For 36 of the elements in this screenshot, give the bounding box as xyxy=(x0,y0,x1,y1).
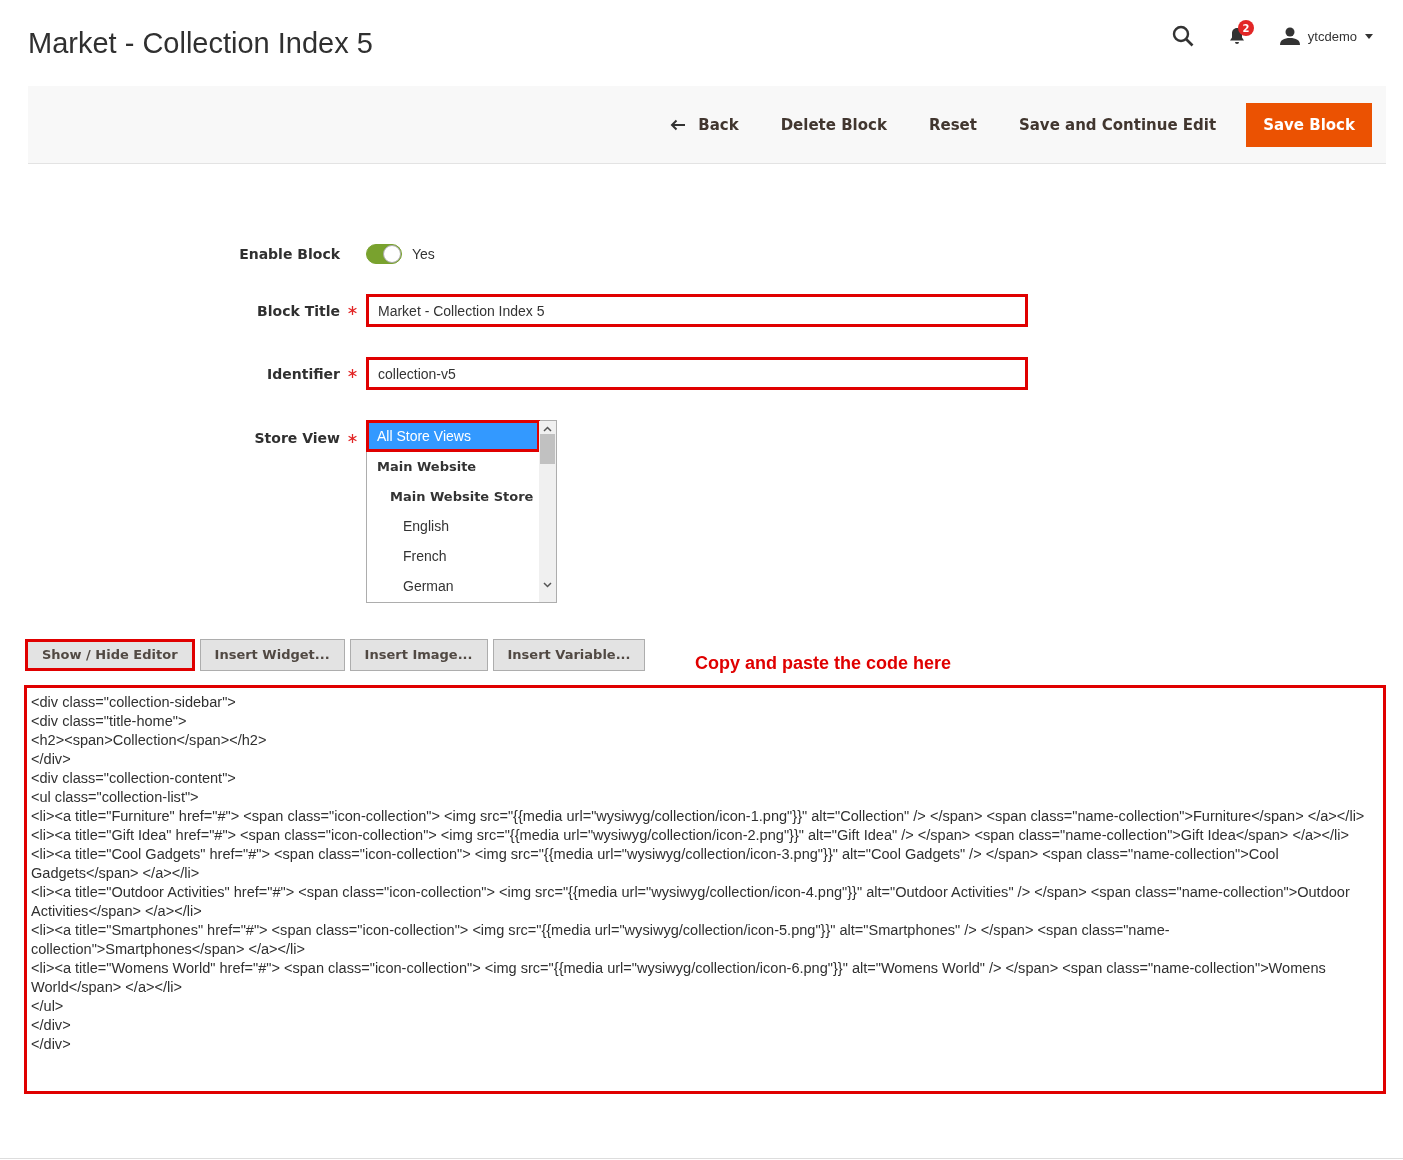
toggle-switch[interactable] xyxy=(366,244,402,264)
user-menu[interactable]: ytcdemo xyxy=(1279,27,1373,45)
search-icon[interactable] xyxy=(1171,25,1194,47)
notification-badge: 2 xyxy=(1237,20,1254,36)
arrow-left-icon xyxy=(670,118,687,131)
editor-button[interactable]: Show / Hide Editor xyxy=(25,638,195,671)
toggle-label: Yes xyxy=(412,246,435,262)
field-label: Block Title xyxy=(257,302,340,319)
list-option[interactable]: French xyxy=(367,541,539,571)
text-field[interactable]: collection-v5 xyxy=(366,357,1028,390)
store-view-list[interactable]: All Store Views Main Website Main Website Store English French German xyxy=(366,420,557,603)
editor-button[interactable]: Insert Image... xyxy=(349,638,488,671)
caret-icon xyxy=(1365,33,1373,39)
chevron-down-icon[interactable] xyxy=(543,582,552,588)
scrollbar[interactable] xyxy=(539,421,556,602)
back-button[interactable]: Back xyxy=(652,103,757,146)
text-field[interactable]: Market - Collection Index 5 xyxy=(366,294,1028,327)
field-label: Store View xyxy=(254,430,340,446)
user-icon xyxy=(1279,27,1300,45)
page-title: Market - Collection Index 5 xyxy=(28,26,373,60)
list-option[interactable]: English xyxy=(367,511,539,541)
save-button[interactable]: Save Block xyxy=(1246,102,1372,147)
code-textarea[interactable]: <div class="collection-sidebar"> <div class="title-home"> <h2><span>Collection</span></h2> </div> <div class="collection-content"> <ul class="collection-list"> <li><a title="Furniture" href="#"> <span class="icon-collection"> <img src="{{media url="wysiwyg/collection/icon-1.png"}}" alt="Collection" /> </span> <span class="name-collection">Furniture</span> </a></li> <li><a title="Gift Idea" href="#"> <span class="icon-collection"> <img src="{{media url="wysiwyg/collection/icon-2.png"}}" alt="Gift Idea" /> </span> <span class="name-collection">Gift Idea</span> </a></li> <li><a title="Cool Gadgets" href="#"> <span class="icon-collection"> <img src="{{media url="wysiwyg/collection/icon-3.png"}}" alt="Cool Gadgets" /> </span> <span class="name-collection">Cool Gadgets</span> </a></li> <li><a title="Outdoor Activities" href="#"> <span class="icon-collection"> <img src="{{media url="wysiwyg/collection/icon-4.png"}}" alt="Outdoor Activities" /> </span> <span class="name-collection">Outdoor Activities</span> </a></li> <li><a title="Smartphones" href="#"> <span class="icon-collection"> <img src="{{media url="wysiwyg/collection/icon-5.png"}}" alt="Smartphones" /> </span> <span class="name-collection">Smartphones</span> </a></li> <li><a title="Womens World" href="#"> <span class="icon-collection"> <img src="{{media url="wysiwyg/collection/icon-6.png"}}" alt="Womens World" /> </span> <span class="name-collection">Womens World</span> </a></li> </ul> </div> </div> xyxy=(24,685,1386,1094)
list-option[interactable]: Main Website xyxy=(367,451,539,481)
chevron-up-icon[interactable] xyxy=(543,426,552,432)
editor-button[interactable]: Insert Variable... xyxy=(492,638,646,671)
list-option[interactable]: German xyxy=(367,571,539,601)
annotation-text: Copy and paste the code here xyxy=(695,653,952,674)
list-option[interactable]: Main Website Store xyxy=(367,481,539,511)
scrollbar-thumb[interactable] xyxy=(540,434,555,464)
field-label: Identifier xyxy=(267,365,340,382)
toolbar-button[interactable]: Save and Continue Edit xyxy=(1000,103,1235,146)
toolbar-button[interactable]: Delete Block xyxy=(762,103,905,146)
field-label: Enable Block xyxy=(239,246,340,262)
editor-button[interactable]: Insert Widget... xyxy=(199,638,345,671)
toolbar-button[interactable]: Reset xyxy=(910,103,995,146)
